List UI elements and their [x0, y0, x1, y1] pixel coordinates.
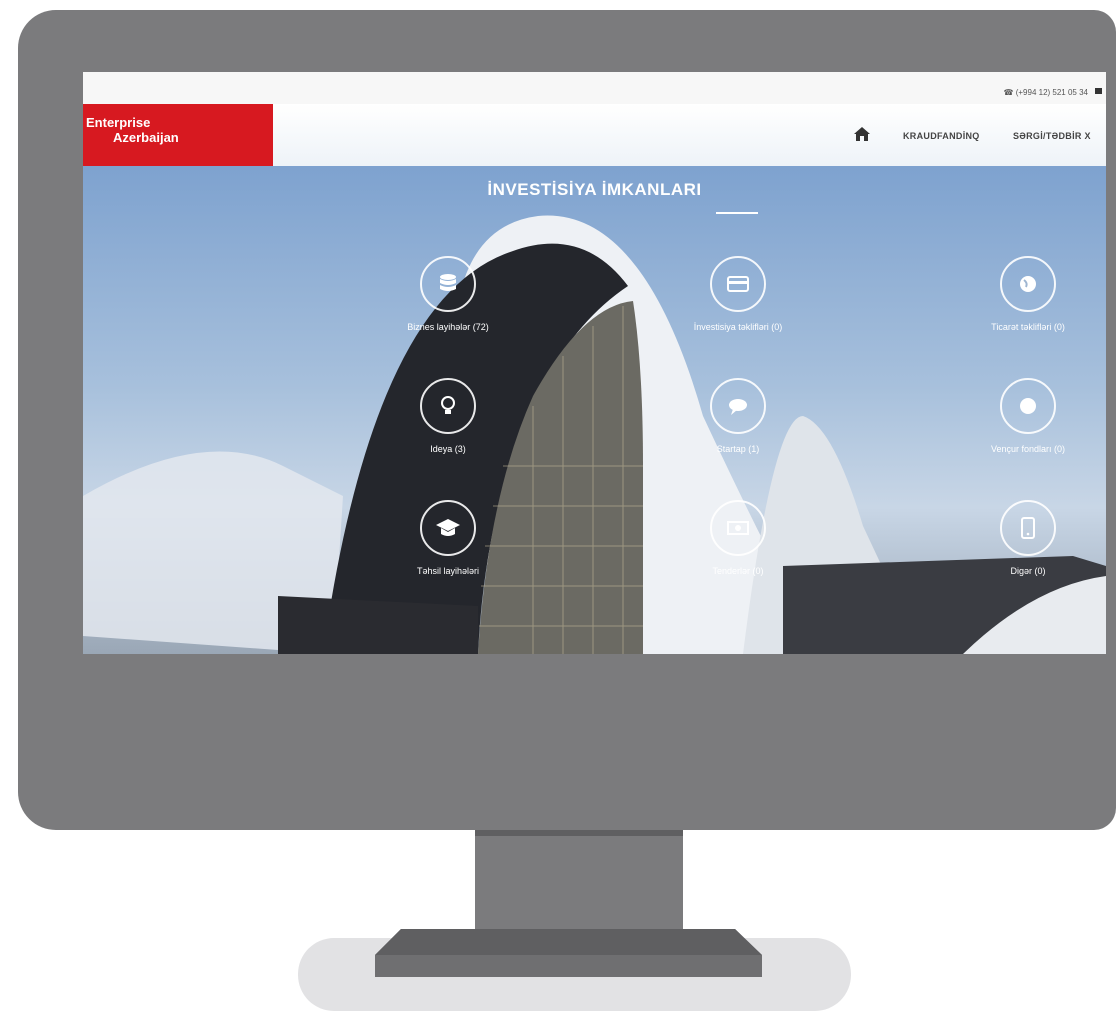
logo-line-1: Enterprise	[86, 115, 151, 130]
feature-investment-offers[interactable]: İnvestisiya təklifləri (0)	[648, 256, 828, 332]
circle-icon	[1020, 398, 1036, 414]
feature-label: Startap (1)	[716, 444, 760, 454]
monitor-stand-plate	[375, 929, 762, 977]
feature-label: İnvestisiya təklifləri (0)	[693, 322, 783, 332]
feature-other[interactable]: Digər (0)	[938, 500, 1106, 576]
monitor-stand-neck	[475, 830, 683, 930]
feature-label: Ticarət təklifləri (0)	[991, 322, 1065, 332]
feature-label: Təhsil layihələri	[416, 566, 480, 576]
logo-line-2: Azerbaijan	[113, 130, 179, 145]
phone-number[interactable]: ☎ (+994 12) 521 05 34	[1004, 88, 1088, 97]
feature-circle	[1000, 256, 1056, 312]
nav-item-crowdfunding[interactable]: KRAUDFANDİNQ	[903, 131, 980, 141]
feature-business-projects[interactable]: Biznes layihələr (72)	[358, 256, 538, 332]
feature-idea[interactable]: Ideya (3)	[358, 378, 538, 454]
feature-label: Biznes layihələr (72)	[407, 322, 489, 332]
main-navbar: Enterprise Azerbaijan KRAUDFANDİNQ SƏRGİ…	[83, 104, 1106, 166]
feature-startup[interactable]: Startap (1)	[648, 378, 828, 454]
money-icon	[727, 521, 749, 535]
monitor-stand-shadow	[475, 830, 683, 836]
website-screen: ☎ (+994 12) 521 05 34 Enterprise Azerbai…	[83, 72, 1106, 654]
feature-label: Tenderlər (0)	[712, 566, 764, 576]
globe-icon	[1020, 276, 1036, 292]
logo[interactable]: Enterprise Azerbaijan	[83, 104, 273, 166]
feature-circle	[420, 256, 476, 312]
feature-circle	[710, 256, 766, 312]
feature-circle	[420, 500, 476, 556]
title-underline	[716, 212, 758, 214]
nav-item-exhibition[interactable]: SƏRGİ/TƏDBİR X	[1013, 131, 1091, 141]
graduation-cap-icon	[436, 519, 460, 536]
top-info-bar: ☎ (+994 12) 521 05 34	[83, 72, 1106, 104]
chat-icon	[729, 399, 747, 415]
feature-circle	[710, 500, 766, 556]
feature-label: Ideya (3)	[430, 444, 466, 454]
mail-icon[interactable]	[1095, 88, 1102, 94]
home-icon[interactable]	[853, 125, 871, 143]
feature-education-projects[interactable]: Təhsil layihələri	[358, 500, 538, 576]
tablet-icon	[1021, 517, 1035, 539]
feature-circle	[710, 378, 766, 434]
feature-venture-funds[interactable]: Vençur fondları (0)	[938, 378, 1106, 454]
feature-trade-offers[interactable]: Ticarət təklifləri (0)	[938, 256, 1106, 332]
feature-circle	[1000, 378, 1056, 434]
feature-tenders[interactable]: Tenderlər (0)	[648, 500, 828, 576]
database-icon	[440, 274, 456, 291]
feature-circle	[420, 378, 476, 434]
feature-label: Vençur fondları (0)	[990, 444, 1066, 454]
feature-circle	[1000, 500, 1056, 556]
lightbulb-icon	[441, 396, 455, 414]
monitor-frame: ☎ (+994 12) 521 05 34 Enterprise Azerbai…	[18, 10, 1116, 830]
hero-section: İNVESTİSİYA İMKANLARI Biznes layihələr (…	[83, 166, 1106, 654]
hero-title: İNVESTİSİYA İMKANLARI	[487, 180, 702, 199]
feature-label: Digər (0)	[1010, 566, 1046, 576]
card-icon	[727, 276, 749, 292]
